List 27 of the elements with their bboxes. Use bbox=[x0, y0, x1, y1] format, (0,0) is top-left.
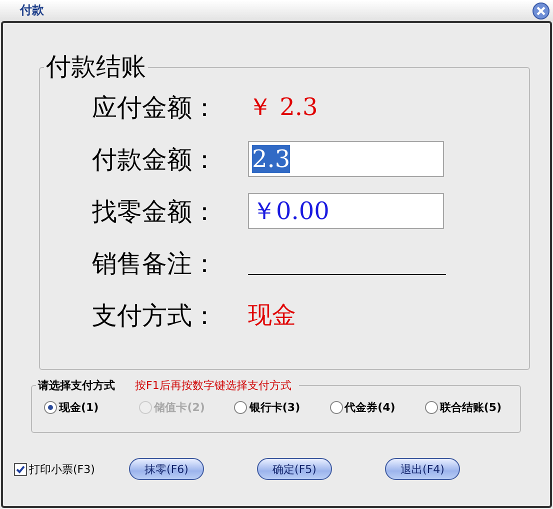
radio-button[interactable] bbox=[44, 401, 57, 414]
field-label: 找零金额： bbox=[92, 196, 218, 228]
close-icon[interactable] bbox=[532, 2, 550, 20]
option-label[interactable]: 银行卡(3) bbox=[249, 400, 300, 415]
action-button[interactable]: 抹零(F6) bbox=[129, 458, 204, 480]
field-label: 付款金额： bbox=[92, 144, 218, 176]
value-text: 现金 bbox=[248, 300, 296, 331]
input-field[interactable]: ￥0.00 bbox=[248, 193, 444, 229]
option-label[interactable]: 现金(1) bbox=[59, 400, 99, 415]
radio-button[interactable] bbox=[330, 401, 343, 414]
option-label[interactable]: 联合结账(5) bbox=[440, 400, 502, 415]
window-title: 付款 bbox=[20, 2, 44, 19]
action-button[interactable]: 退出(F4) bbox=[385, 458, 460, 480]
value-text: ￥ 2.3 bbox=[248, 92, 318, 123]
input-field[interactable]: 2.3 bbox=[248, 141, 444, 177]
action-button[interactable]: 确定(F5) bbox=[257, 458, 332, 480]
field-label: 销售备注： bbox=[92, 248, 218, 280]
hint-text: 按F1后再按数字键选择支付方式 bbox=[135, 378, 292, 393]
checkbox-label[interactable]: 打印小票(F3) bbox=[29, 462, 95, 476]
panel-legend: 请选择支付方式 bbox=[38, 378, 115, 393]
checkbox[interactable] bbox=[14, 462, 27, 476]
radio-button[interactable] bbox=[234, 401, 248, 414]
option-label[interactable]: 代金券(4) bbox=[344, 400, 396, 415]
field-label: 支付方式： bbox=[92, 300, 218, 332]
panel-legend: 付款结账 bbox=[44, 53, 148, 81]
field-label: 应付金额： bbox=[92, 92, 218, 124]
radio-button[interactable] bbox=[424, 401, 438, 414]
